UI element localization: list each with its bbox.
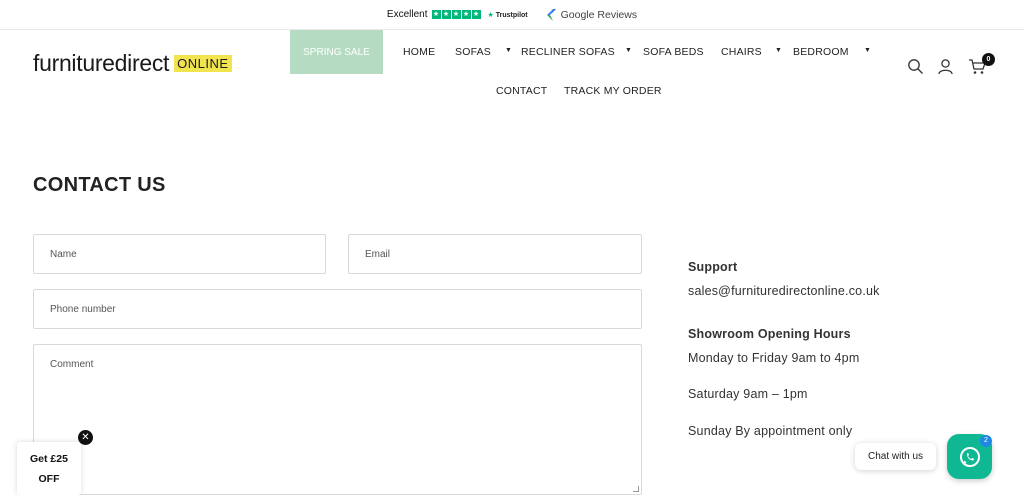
logo-badge: ONLINE <box>174 55 232 72</box>
weekday-hours: Monday to Friday 9am to 4pm <box>688 351 860 365</box>
phone-placeholder: Phone number <box>50 304 116 315</box>
hours-heading: Showroom Opening Hours <box>688 327 851 341</box>
whatsapp-icon <box>959 446 980 467</box>
discount-popup[interactable]: Get £25 OFF <box>17 442 81 495</box>
phone-field[interactable]: Phone number <box>33 289 642 329</box>
trustpilot-widget[interactable]: Excellent ★ ★ ★ ★ ★ ★ Trustpilot <box>387 9 528 20</box>
nav-sofas[interactable]: SOFAS <box>455 46 491 58</box>
cart-count-badge: 0 <box>982 53 995 66</box>
nav-track-order[interactable]: TRACK MY ORDER <box>564 85 662 97</box>
nav-contact[interactable]: CONTACT <box>496 85 547 97</box>
search-icon[interactable] <box>907 58 924 75</box>
name-field[interactable]: Name <box>33 234 326 274</box>
support-email[interactable]: sales@furnituredirectonline.co.uk <box>688 284 880 298</box>
google-reviews-icon <box>546 8 556 21</box>
google-reviews-label: Google Reviews <box>560 8 638 21</box>
sunday-hours: Sunday By appointment only <box>688 424 853 438</box>
trustpilot-rating: Excellent <box>386 9 428 20</box>
site-logo[interactable]: furnituredirect ONLINE <box>33 50 232 77</box>
saturday-hours: Saturday 9am – 1pm <box>688 387 808 401</box>
name-placeholder: Name <box>50 249 77 260</box>
chat-label[interactable]: Chat with us <box>855 443 936 470</box>
sofas-dropdown-icon[interactable]: ▼ <box>505 47 512 54</box>
page-title: CONTACT US <box>33 174 166 196</box>
nav-bedroom[interactable]: BEDROOM <box>793 46 849 58</box>
spring-sale-link[interactable]: SPRING SALE <box>290 30 383 74</box>
star-icon: ★ <box>431 10 441 19</box>
logo-text: furnituredirect <box>33 50 170 76</box>
nav-sofa-beds[interactable]: SOFA BEDS <box>643 46 704 58</box>
chairs-dropdown-icon[interactable]: ▼ <box>775 47 782 54</box>
star-icon: ★ <box>471 10 481 19</box>
recliner-dropdown-icon[interactable]: ▼ <box>625 47 632 54</box>
star-icon: ★ <box>451 10 461 19</box>
google-reviews-widget[interactable]: Google Reviews <box>546 8 638 21</box>
comment-placeholder: Comment <box>50 359 94 370</box>
chat-notification-badge: 2 <box>980 435 992 447</box>
email-field[interactable]: Email <box>348 234 642 274</box>
nav-chairs[interactable]: CHAIRS <box>721 46 762 58</box>
star-icon: ★ <box>441 10 451 19</box>
email-placeholder: Email <box>365 249 391 260</box>
nav-recliner-sofas[interactable]: RECLINER SOFAS <box>521 46 615 58</box>
comment-field[interactable]: Comment <box>33 344 642 495</box>
account-icon[interactable] <box>937 58 954 75</box>
trustpilot-logo: ★ Trustpilot <box>487 11 528 19</box>
support-heading: Support <box>688 260 738 274</box>
discount-line1: Get £25 <box>30 453 68 465</box>
star-icon: ★ <box>461 10 471 19</box>
resize-handle[interactable] <box>633 486 639 492</box>
trustpilot-stars: ★ ★ ★ ★ ★ <box>431 10 481 19</box>
bedroom-dropdown-icon[interactable]: ▼ <box>864 47 871 54</box>
close-icon[interactable]: ✕ <box>78 430 93 445</box>
discount-line2: OFF <box>38 473 60 485</box>
review-bar: Excellent ★ ★ ★ ★ ★ ★ Trustpilot Google … <box>0 0 1024 30</box>
nav-home[interactable]: HOME <box>403 46 435 58</box>
